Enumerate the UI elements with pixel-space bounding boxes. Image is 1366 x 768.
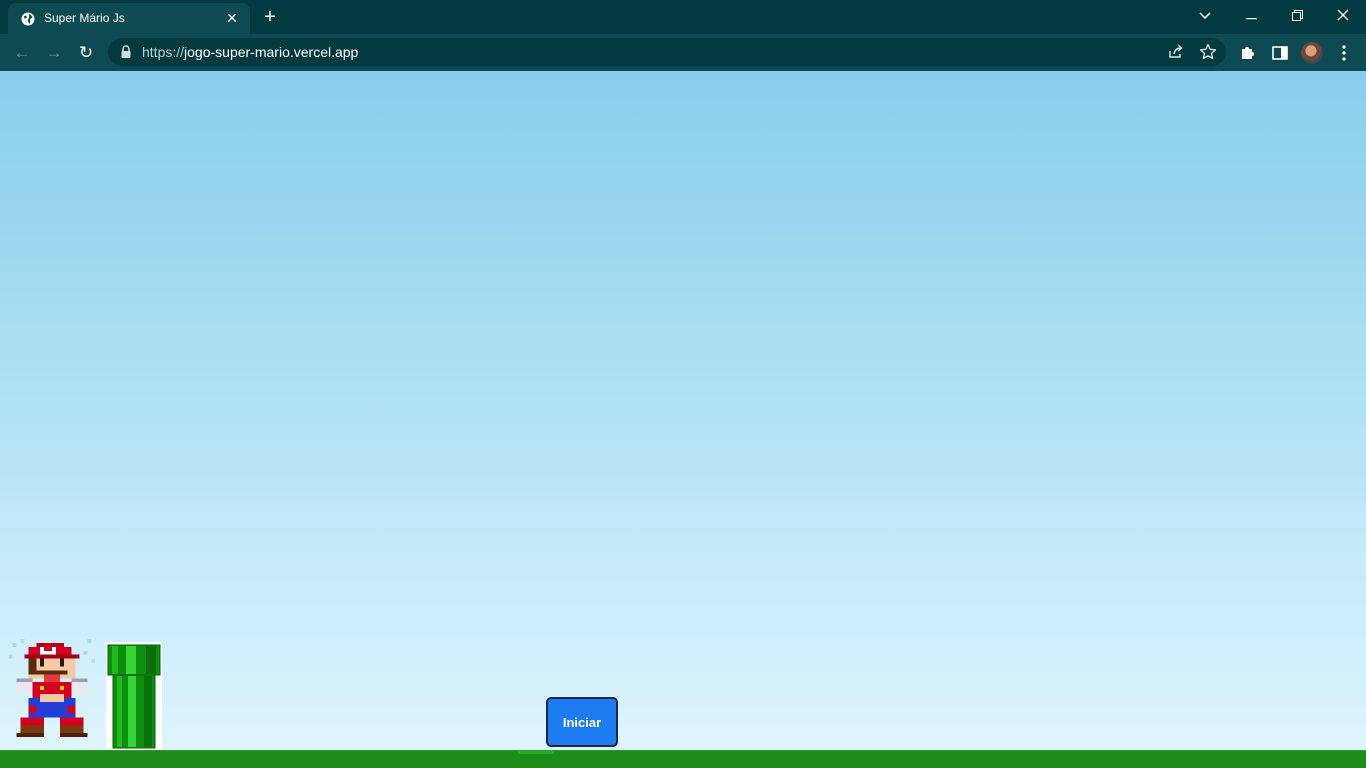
forward-button[interactable]: → (42, 41, 66, 65)
side-panel-icon[interactable] (1269, 42, 1291, 64)
lock-icon (121, 45, 131, 58)
url-host: jogo-super-mario.vercel.app (184, 44, 359, 60)
pipe-obstacle (106, 642, 162, 750)
profile-avatar[interactable] (1301, 42, 1323, 64)
back-button[interactable]: ← (10, 41, 34, 65)
url-text[interactable]: https://jogo-super-mario.vercel.app (142, 44, 358, 60)
tab-title: Super Mário Js (44, 11, 125, 25)
browser-toolbar: ← → ↻ https://jogo-super-mario.vercel.ap… (0, 34, 1366, 71)
bookmark-star-icon[interactable] (1198, 42, 1218, 62)
close-window-button[interactable] (1320, 0, 1366, 32)
tab-super-mario[interactable]: Super Mário Js ✕ (8, 3, 250, 34)
reload-button[interactable]: ↻ (74, 41, 98, 65)
extensions-puzzle-icon[interactable] (1237, 42, 1259, 64)
address-bar[interactable]: https://jogo-super-mario.vercel.app (108, 38, 1226, 66)
globe-icon (21, 12, 35, 26)
start-button[interactable]: Iniciar (546, 697, 618, 747)
ground-highlight (518, 751, 554, 754)
mario-sprite (8, 639, 96, 738)
url-scheme: https:// (142, 44, 185, 60)
game-board[interactable]: Iniciar (0, 71, 1366, 768)
minimize-button[interactable] (1228, 0, 1274, 32)
browser-window: Super Mário Js ✕ + ← → ↻ https://jogo-su… (0, 0, 1366, 768)
restore-button[interactable] (1274, 0, 1320, 32)
new-tab-button[interactable]: + (258, 6, 282, 30)
tab-strip: Super Mário Js ✕ + (0, 0, 1366, 34)
more-menu-icon[interactable] (1333, 42, 1355, 64)
ground (0, 750, 1366, 768)
tab-search-chevron-icon[interactable] (1182, 0, 1228, 32)
tab-close-icon[interactable]: ✕ (222, 8, 242, 28)
share-icon[interactable] (1166, 42, 1186, 62)
